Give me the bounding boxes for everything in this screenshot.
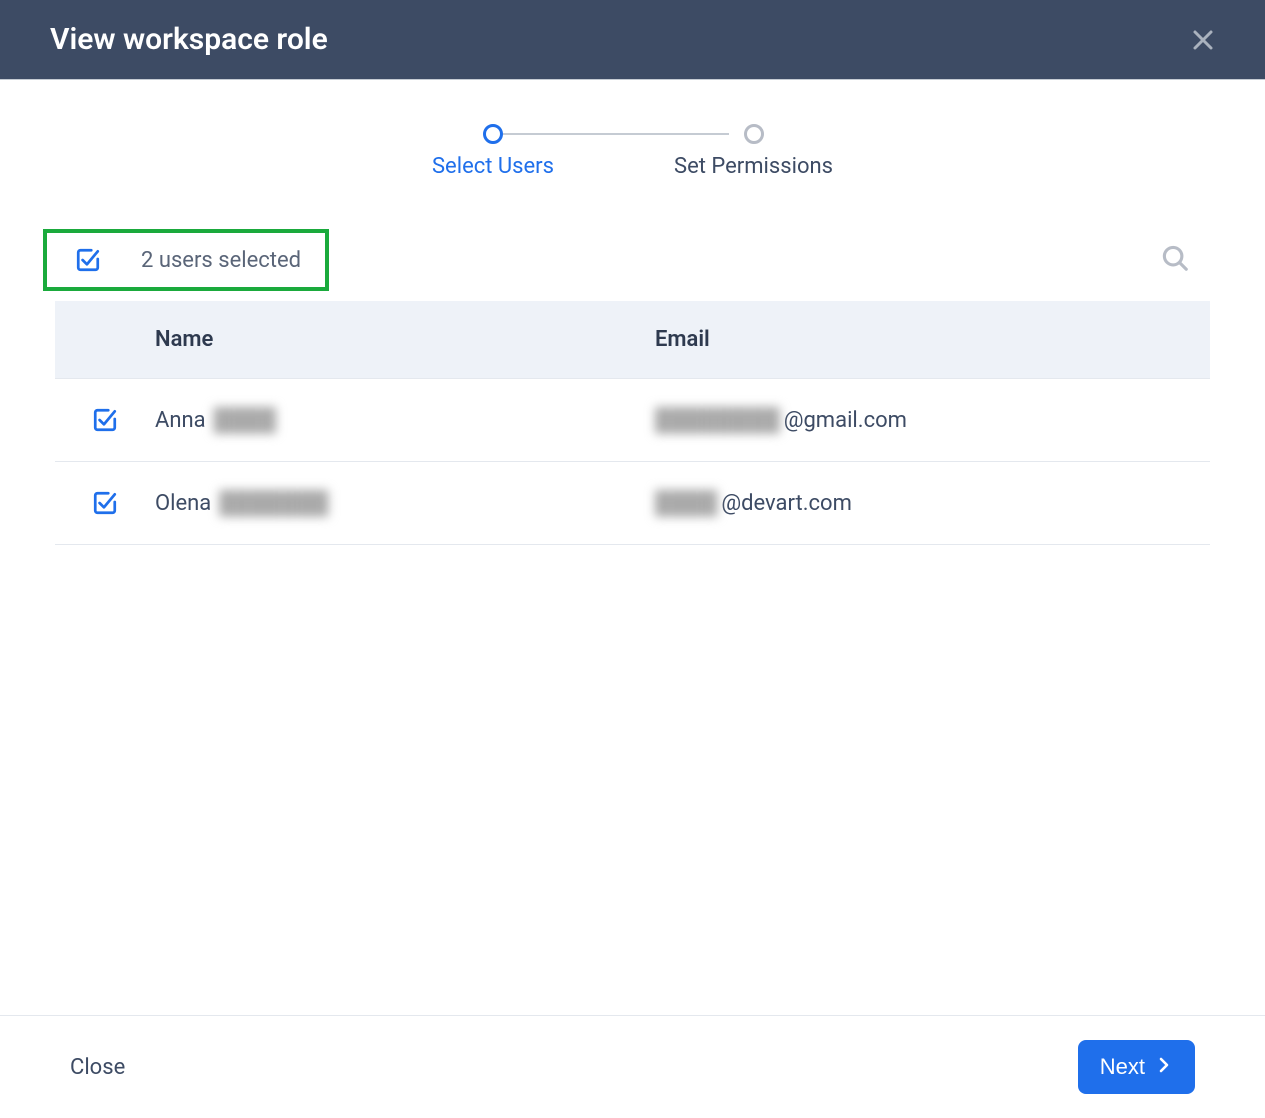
next-button-label: Next xyxy=(1100,1054,1145,1080)
user-name-visible: Olena xyxy=(155,491,211,516)
selection-highlight: 2 users selected xyxy=(43,229,329,291)
step-set-permissions[interactable]: Set Permissions xyxy=(674,124,833,179)
modal-footer: Close Next xyxy=(0,1015,1265,1118)
table-row[interactable]: Olena ███████ ████ @devart.com xyxy=(55,462,1210,545)
modal-header: View workspace role xyxy=(0,0,1265,80)
row-checkbox[interactable] xyxy=(92,407,118,433)
close-button[interactable]: Close xyxy=(70,1055,125,1080)
user-email-redacted: ████████ xyxy=(655,407,780,433)
step-select-users[interactable]: Select Users xyxy=(432,124,554,179)
user-email-visible: @gmail.com xyxy=(784,408,907,433)
search-icon[interactable] xyxy=(1160,243,1190,277)
next-button[interactable]: Next xyxy=(1078,1040,1195,1094)
user-email-cell: ████ @devart.com xyxy=(655,490,1210,516)
table-row[interactable]: Anna ████ ████████ @gmail.com xyxy=(55,379,1210,462)
step-circle-inactive xyxy=(744,124,764,144)
row-checkbox[interactable] xyxy=(92,490,118,516)
user-name-redacted: ████ xyxy=(214,407,276,433)
stepper: Select Users Set Permissions xyxy=(0,80,1265,209)
chevron-right-icon xyxy=(1155,1054,1173,1080)
selection-summary-row: 2 users selected xyxy=(55,229,1210,301)
user-name-cell: Olena ███████ xyxy=(155,490,655,516)
user-email-visible: @devart.com xyxy=(721,491,852,516)
content-area: 2 users selected Name Email Anna ████ xyxy=(0,209,1265,1015)
modal-title: View workspace role xyxy=(50,22,328,57)
step-label: Set Permissions xyxy=(674,154,833,179)
table-header: Name Email xyxy=(55,301,1210,379)
user-name-redacted: ███████ xyxy=(219,490,328,516)
user-email-redacted: ████ xyxy=(655,490,717,516)
user-name-visible: Anna xyxy=(155,408,206,433)
table-header-check-col xyxy=(55,327,155,352)
close-icon[interactable] xyxy=(1191,28,1215,52)
table-header-name: Name xyxy=(155,327,655,352)
selected-count-label: 2 users selected xyxy=(141,248,301,273)
user-email-cell: ████████ @gmail.com xyxy=(655,407,1210,433)
table-header-email: Email xyxy=(655,327,1210,352)
user-name-cell: Anna ████ xyxy=(155,407,655,433)
select-all-checkbox[interactable] xyxy=(75,247,101,273)
step-circle-active xyxy=(483,124,503,144)
step-label: Select Users xyxy=(432,154,554,179)
